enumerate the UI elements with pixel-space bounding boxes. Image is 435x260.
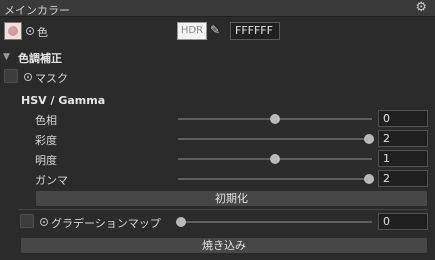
hex-color-field[interactable]: FFFFFF xyxy=(230,22,280,40)
hue-label: 色相 xyxy=(35,114,57,127)
brightness-label: 明度 xyxy=(35,154,57,167)
brightness-value-field[interactable]: 1 xyxy=(378,150,428,167)
hsv-gamma-title: HSV / Gamma xyxy=(21,94,106,107)
eyedropper-icon[interactable]: ✎ xyxy=(210,23,220,37)
hue-value-field[interactable]: 0 xyxy=(378,110,428,127)
gamma-slider-knob[interactable] xyxy=(364,174,374,184)
panel-header[interactable]: メインカラー ⚙ xyxy=(0,0,435,17)
hdr-color-swatch[interactable]: HDR xyxy=(177,22,207,40)
panel-title: メインカラー xyxy=(4,4,70,17)
gradient-map-value-field[interactable]: 0 xyxy=(378,213,428,230)
hue-slider-knob[interactable] xyxy=(270,114,280,124)
reset-button[interactable]: 初期化 xyxy=(35,190,428,207)
gamma-slider-track[interactable] xyxy=(178,178,372,180)
gradient-map-checkbox[interactable] xyxy=(20,214,34,228)
saturation-slider-knob[interactable] xyxy=(364,134,374,144)
gradient-map-slider-knob[interactable] xyxy=(176,217,186,227)
saturation-slider-track[interactable] xyxy=(178,138,372,140)
mask-keyword-icon xyxy=(24,73,32,81)
gamma-value-field[interactable]: 2 xyxy=(378,170,428,187)
saturation-value-field[interactable]: 2 xyxy=(378,130,428,147)
gamma-label: ガンマ xyxy=(35,174,68,187)
gradient-keyword-icon xyxy=(40,218,48,226)
bake-button[interactable]: 焼き込み xyxy=(20,237,428,254)
gradient-map-slider-track[interactable] xyxy=(178,221,372,223)
correction-title: 色調補正 xyxy=(18,52,62,65)
section-divider xyxy=(18,209,428,210)
saturation-label: 彩度 xyxy=(35,134,57,147)
color-label: 色 xyxy=(37,26,48,39)
texture-thumbnail[interactable] xyxy=(4,22,22,40)
gear-icon[interactable]: ⚙ xyxy=(415,0,427,15)
gradient-map-label: グラデーションマップ xyxy=(51,217,161,230)
foldout-arrow-icon[interactable]: ▼ xyxy=(3,52,10,62)
mask-checkbox[interactable] xyxy=(4,69,18,83)
brightness-slider-knob[interactable] xyxy=(270,154,280,164)
keyword-dot-icon xyxy=(26,27,34,35)
mask-label: マスク xyxy=(35,72,68,85)
